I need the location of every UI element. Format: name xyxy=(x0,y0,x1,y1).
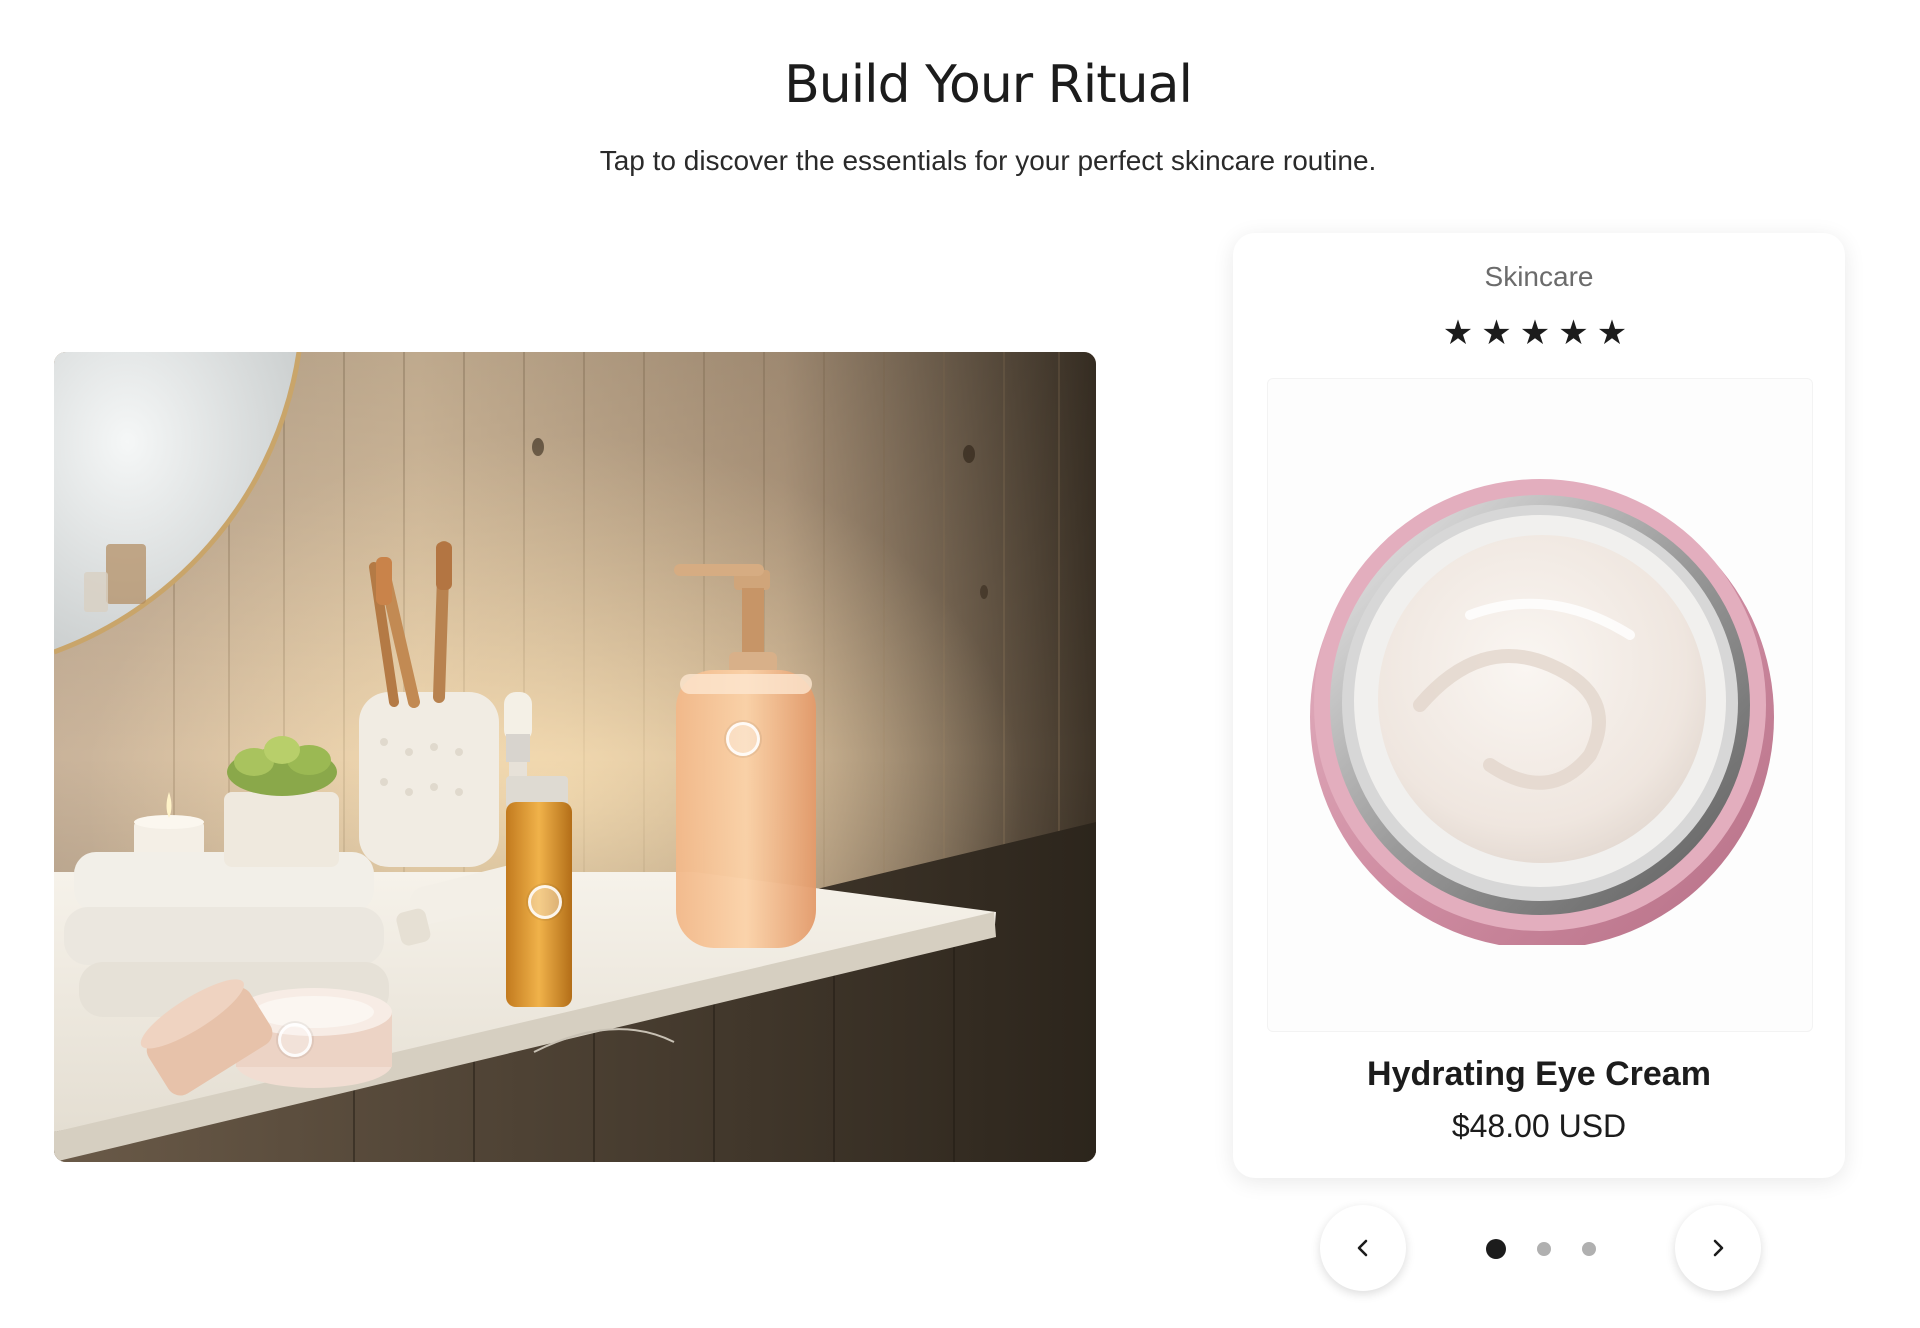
rating-stars: ★★★★★ xyxy=(1442,314,1636,352)
product-name[interactable]: Hydrating Eye Cream xyxy=(1233,1052,1845,1096)
lifestyle-scene-image xyxy=(54,352,1096,1162)
hotspot-serum-bottle[interactable] xyxy=(528,885,562,919)
hotspot-cream-jar[interactable] xyxy=(278,1023,312,1057)
carousel-prev-button[interactable] xyxy=(1320,1205,1406,1291)
chevron-right-icon xyxy=(1713,1239,1724,1257)
product-image[interactable] xyxy=(1267,378,1813,1032)
page: Build Your Ritual Tap to discover the es… xyxy=(0,0,1920,1328)
carousel-next-button[interactable] xyxy=(1675,1205,1761,1291)
carousel-dot-2[interactable] xyxy=(1537,1242,1551,1256)
product-card[interactable]: Skincare ★★★★★ Hydrating Eye Cream $48.0… xyxy=(1233,233,1845,1178)
eye-cream-jar-illustration xyxy=(1310,479,1774,945)
section-title: Build Your Ritual xyxy=(784,55,1193,115)
product-price: $48.00 USD xyxy=(1451,1108,1627,1144)
section-subtitle: Tap to discover the essentials for your … xyxy=(599,145,1377,176)
hotspot-pump-bottle[interactable] xyxy=(726,722,760,756)
carousel-pagination xyxy=(1486,1238,1596,1260)
carousel-dot-3[interactable] xyxy=(1582,1242,1596,1256)
chevron-left-icon xyxy=(1357,1239,1368,1257)
bathroom-scene-illustration xyxy=(54,352,1096,1162)
carousel-dot-1[interactable] xyxy=(1486,1239,1506,1259)
product-category: Skincare xyxy=(1484,261,1594,292)
